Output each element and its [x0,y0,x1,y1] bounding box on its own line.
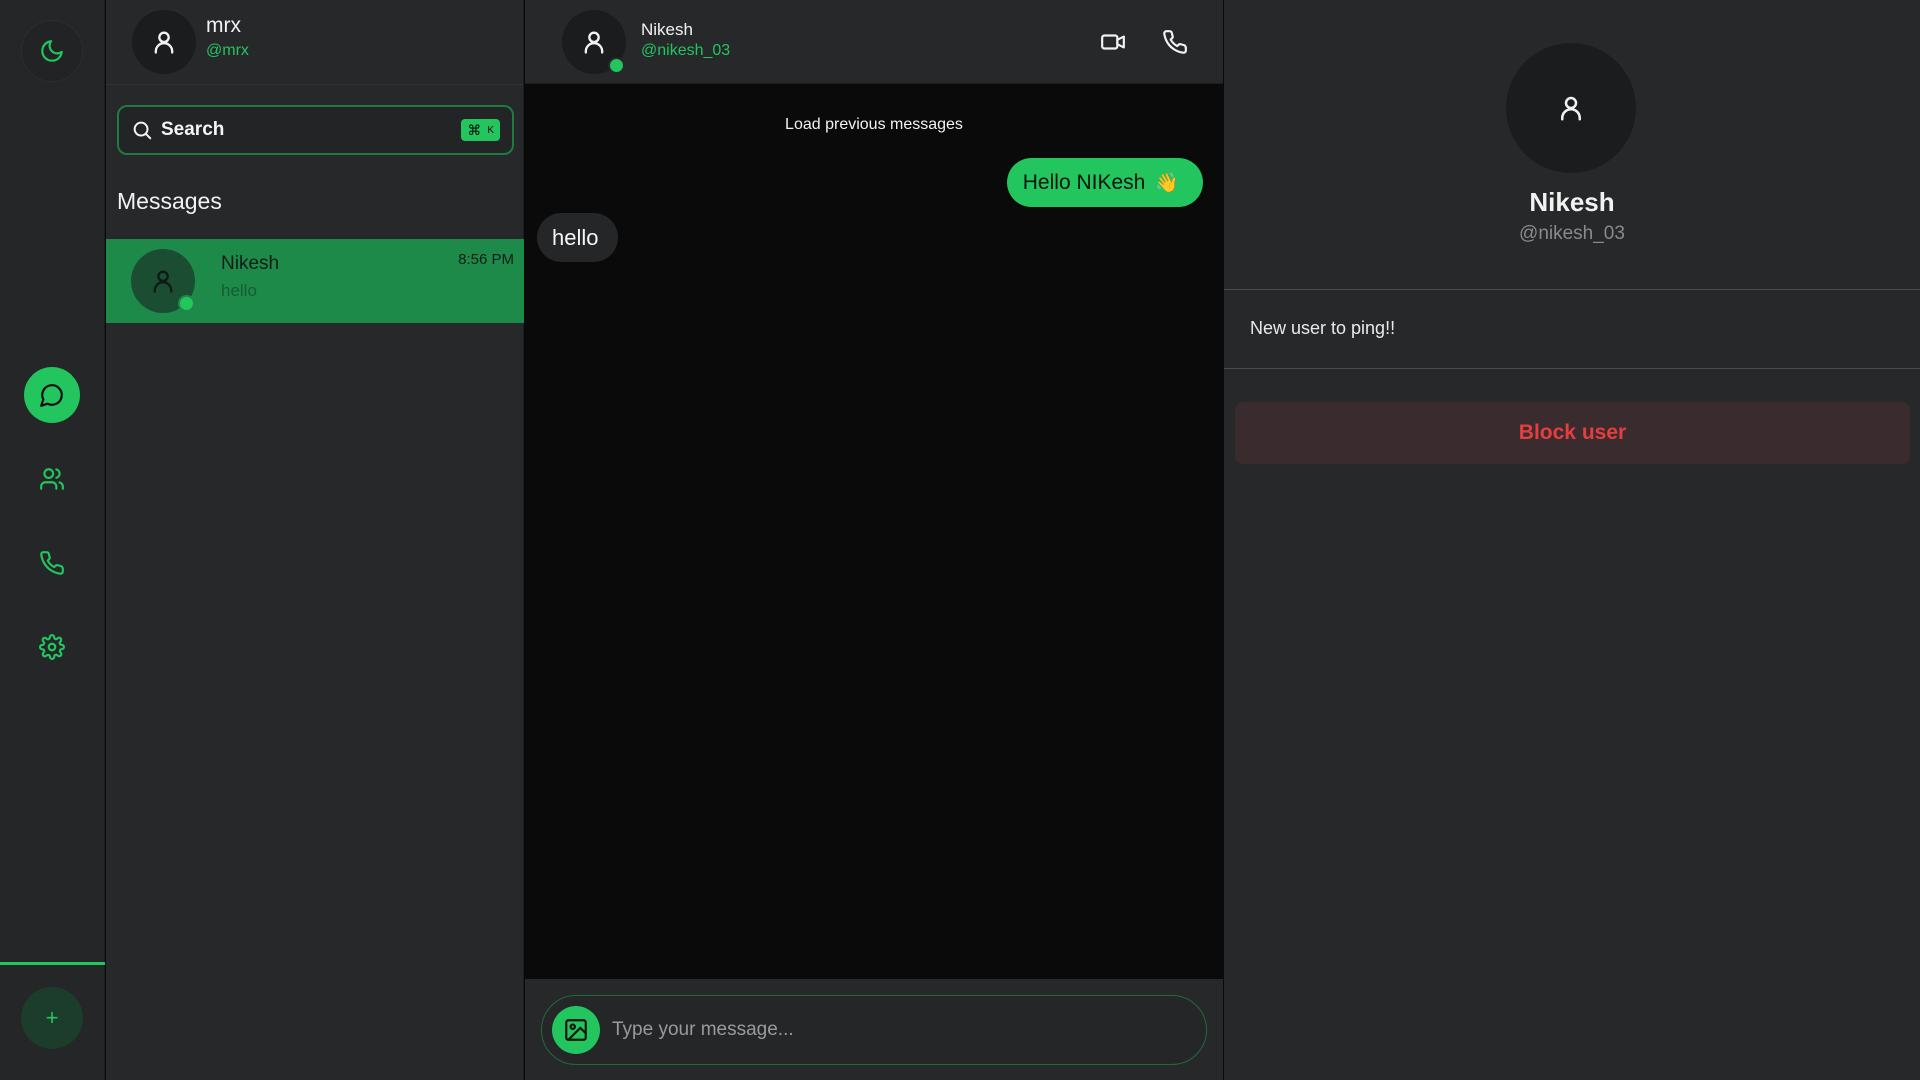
waving-hand-icon: 👋 [1155,172,1179,194]
nav-chats-button[interactable] [24,367,80,423]
search-shortcut-badge: ⌘ K [461,119,500,141]
nav-settings-button[interactable] [24,619,80,675]
search-icon [131,119,153,141]
plus-icon: + [45,1005,59,1030]
message-composer [541,995,1207,1065]
conversations-panel: mrx @mrx Search ⌘ K Messages Nikesh hell… [106,0,524,1080]
theme-toggle-button[interactable] [21,20,83,82]
user-icon [584,31,604,54]
video-call-button[interactable] [1097,26,1129,58]
user-icon [153,270,173,293]
my-name: mrx [206,14,241,37]
search-label: Search [161,119,225,140]
shortcut-key: K [487,124,494,136]
conversation-time: 8:56 PM [458,251,514,268]
load-previous-messages-link[interactable]: Load previous messages [525,116,1223,134]
moon-icon [41,40,63,62]
video-camera-icon [1101,34,1125,50]
nav-friends-button[interactable] [24,451,80,507]
composer-bar [525,979,1223,1080]
search-box[interactable]: Search ⌘ K [117,105,514,155]
divider [1224,289,1920,290]
image-icon [565,1019,587,1041]
incoming-message-text: hello [552,224,599,250]
current-user-header: mrx @mrx [106,0,523,85]
profile-bio: New user to ping!! [1250,318,1396,338]
messages-heading: Messages [117,188,222,214]
phone-icon [40,551,64,575]
conversation-last-message: hello [221,281,257,300]
my-handle: @mrx [206,42,249,59]
conversation-item[interactable]: Nikesh hello 8:56 PM [106,239,524,323]
phone-icon [1163,30,1187,54]
block-user-button[interactable]: Block user [1235,402,1910,464]
nav-calls-button[interactable] [24,535,80,591]
profile-handle: @nikesh_03 [1519,223,1625,244]
attach-image-button[interactable] [552,1006,600,1054]
voice-call-button[interactable] [1159,26,1191,58]
outgoing-message: Hello NIKesh 👋 [1006,158,1203,207]
divider [1224,368,1920,369]
rail-divider [0,962,105,965]
users-icon [40,468,64,490]
conversation-name: Nikesh [221,253,280,274]
peer-handle: @nikesh_03 [641,42,731,59]
peer-name: Nikesh [641,20,693,39]
nav-rail: + [0,0,105,1080]
add-button[interactable]: + [21,987,83,1049]
outgoing-message-text: Hello NIKesh [1022,170,1146,194]
user-icon [1561,96,1581,121]
gear-icon [39,634,65,660]
incoming-message: hello [537,213,619,262]
profile-panel: Nikesh @nikesh_03 New user to ping!! Blo… [1224,0,1920,1080]
my-avatar[interactable] [132,10,196,74]
chat-bubble-icon [40,384,63,407]
chat-panel: Nikesh @nikesh_03 Load previous messages… [525,0,1223,1080]
user-icon [154,31,174,54]
profile-name: Nikesh [1529,187,1615,217]
profile-avatar [1506,43,1636,173]
peer-online-dot [608,57,625,74]
command-key-icon: ⌘ [467,121,482,138]
online-status-dot [178,295,195,312]
chat-header: Nikesh @nikesh_03 [525,0,1223,84]
message-input[interactable] [612,1019,1196,1041]
app-root: + mrx @mrx Search ⌘ K Messages Nikesh he… [0,0,1920,1080]
